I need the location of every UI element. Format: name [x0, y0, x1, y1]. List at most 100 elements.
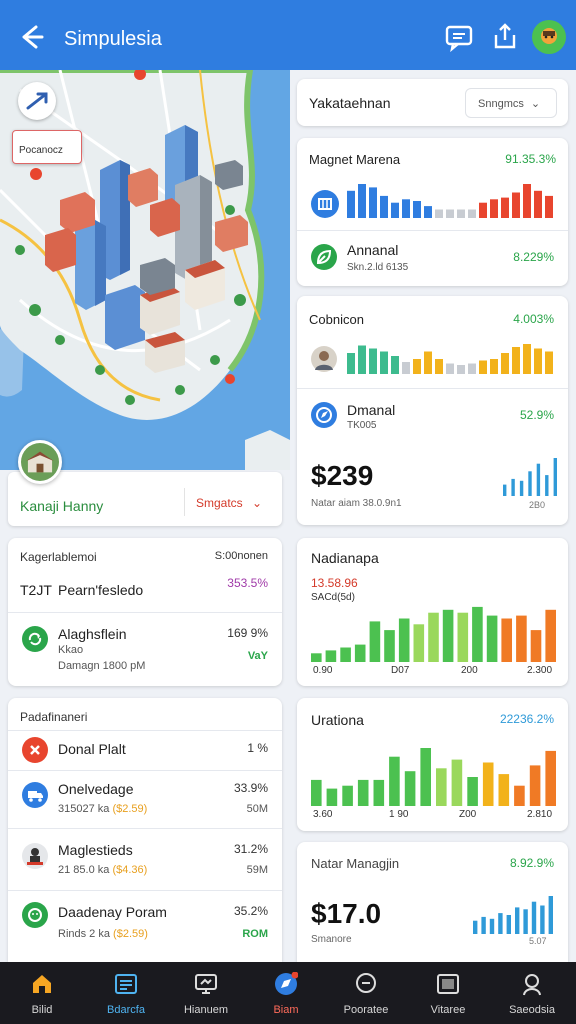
chart-bar	[369, 187, 377, 218]
locate-icon[interactable]	[18, 82, 56, 120]
chart-bar	[545, 351, 553, 374]
managjin-title: Natar Managjin	[311, 856, 400, 871]
chart-bar	[503, 484, 507, 496]
list-item-price: ($2.59)	[113, 928, 148, 940]
list-item[interactable]: Maglestieds 21 85.0 ka ($4.36) 31.2% 59M	[8, 833, 282, 891]
list-card[interactable]: Padafinaneri Donal Plalt 1 % Onelvedage …	[8, 698, 282, 962]
nav-label: Pooratee	[343, 1004, 389, 1016]
chart-bar	[523, 344, 531, 374]
avatar[interactable]	[532, 20, 566, 54]
location-dropdown[interactable]: Smgatcs ⌄	[196, 496, 262, 510]
urationa-card[interactable]: Urationa 22236.2% 3.60 1 90 Z00 2.810	[297, 698, 568, 831]
chart-bar	[523, 184, 531, 218]
magnet-row-pct: 8.229%	[513, 250, 554, 264]
chart-bar	[424, 206, 432, 218]
city-map[interactable]: Pocanocz	[0, 70, 290, 470]
chart-bar	[369, 348, 377, 374]
chart-bar	[528, 471, 532, 496]
managjin-card[interactable]: Natar Managjin 8.92.9% $17.0 Smanore 5.0…	[297, 842, 568, 962]
urationa-axis-tick: 2.810	[527, 809, 553, 820]
magnet-row-title: Annanal	[347, 242, 399, 258]
chart-bar	[380, 351, 388, 374]
divider	[8, 612, 282, 613]
nadianapa-sub: SACd(5d)	[311, 592, 355, 603]
list-item-pct: 35.2%	[233, 904, 268, 918]
stats-header-right: S:00nonen	[214, 550, 268, 562]
cobnicon-card[interactable]: Cobnicon 4.003% Dmanal TK005 52.9% $239 …	[297, 296, 568, 525]
chart-bar	[534, 190, 542, 218]
urationa-pct: 22236.2%	[499, 712, 554, 726]
chart-bar	[473, 920, 478, 934]
person-icon	[520, 972, 544, 996]
bottom-nav: Bilid Bdarcfa Hianuem Biam Pooratee Vita…	[0, 962, 576, 1024]
urationa-bar-chart	[311, 748, 556, 806]
cobnicon-pct: 4.003%	[513, 312, 554, 326]
person-photo	[22, 843, 48, 869]
chart-bar	[534, 348, 542, 374]
nav-item-biam[interactable]: Biam	[250, 962, 322, 1024]
chart-bar	[380, 195, 388, 218]
stats-row2-sub1: Kkao	[58, 644, 84, 656]
chart-bar	[501, 197, 509, 218]
nav-item-bilid[interactable]: Bilid	[6, 962, 78, 1024]
app-header: Simpulesia	[0, 0, 576, 70]
cobnicon-title: Cobnicon	[309, 312, 364, 327]
chart-bar	[468, 209, 476, 218]
nadianapa-card[interactable]: Nadianapa 13.58.96 SACd(5d) 0.90 D07 200…	[297, 538, 568, 686]
magnet-card[interactable]: Magnet Marena 91.35.3% Annanal Skn.2.ld …	[297, 138, 568, 286]
list-item[interactable]: Onelvedage 315027 ka ($2.59) 33.9% 50M	[8, 772, 282, 830]
chart-bar	[516, 615, 527, 662]
top-select-card[interactable]: Yakataehnan Snngmcs ⌄	[297, 79, 568, 126]
divider	[8, 770, 282, 771]
compass-icon	[274, 971, 299, 996]
nav-item-pooratee[interactable]: Pooratee	[330, 962, 402, 1024]
truck-icon	[22, 782, 48, 808]
stats-card[interactable]: Kagerlablemoi S:00nonen T2JT Pearn'fesle…	[8, 538, 282, 686]
nav-item-vitaree[interactable]: Vitaree	[412, 962, 484, 1024]
list-item-title: Donal Plalt	[58, 741, 126, 757]
divider	[297, 230, 568, 231]
back-arrow-icon[interactable]	[16, 22, 46, 52]
nadianapa-bar-chart	[311, 606, 556, 662]
location-thumbnail	[18, 440, 62, 484]
chart-bar	[451, 759, 463, 806]
nav-label: Bdarcfa	[107, 1004, 145, 1016]
nav-item-saeodsia[interactable]: Saeodsia	[496, 962, 568, 1024]
grid-icon	[311, 190, 339, 218]
list-item[interactable]: Donal Plalt 1 %	[8, 732, 282, 774]
chart-bar	[523, 909, 528, 934]
chart-bar	[479, 360, 487, 374]
cobnicon-mini-label: 2B0	[529, 500, 546, 510]
chart-bar	[398, 618, 410, 662]
message-icon[interactable]	[444, 22, 474, 53]
chart-bar	[498, 774, 510, 806]
share-icon[interactable]	[490, 22, 520, 52]
managjin-mini-chart	[473, 896, 553, 934]
managjin-sub: Smanore	[311, 934, 352, 945]
cobnicon-amount: $239	[311, 460, 374, 491]
nav-label: Hianuem	[183, 1004, 229, 1016]
list-item-price: ($4.36)	[112, 864, 148, 876]
chart-bar	[512, 347, 520, 374]
magnet-pct: 91.35.3%	[505, 152, 556, 166]
chat-icon	[354, 972, 378, 996]
nav-item-bdarcfa[interactable]: Bdarcfa	[90, 962, 162, 1024]
chart-bar	[428, 612, 439, 662]
nav-label: Vitaree	[430, 1004, 466, 1016]
chart-bar	[347, 353, 355, 374]
chart-bar	[402, 362, 410, 374]
list-item[interactable]: Daadenay Poram Rinds 2 ka ($2.59) 35.2% …	[8, 896, 282, 954]
chart-bar	[531, 901, 537, 934]
map-callout[interactable]: Pocanocz	[12, 130, 82, 164]
chart-bar	[519, 480, 524, 496]
nav-item-hianuem[interactable]: Hianuem	[170, 962, 242, 1024]
top-select-dropdown[interactable]: Snngmcs ⌄	[465, 88, 557, 118]
cobnicon-footnote: Natar aiam 38.0.9n1	[311, 498, 402, 509]
chart-bar	[389, 756, 400, 806]
divider	[297, 388, 568, 389]
chart-bar	[548, 896, 553, 934]
stats-row1-pct: 353.5%	[227, 576, 268, 590]
managjin-amount: $17.0	[311, 898, 382, 929]
leaf-icon	[311, 244, 337, 270]
chart-bar	[468, 363, 476, 374]
